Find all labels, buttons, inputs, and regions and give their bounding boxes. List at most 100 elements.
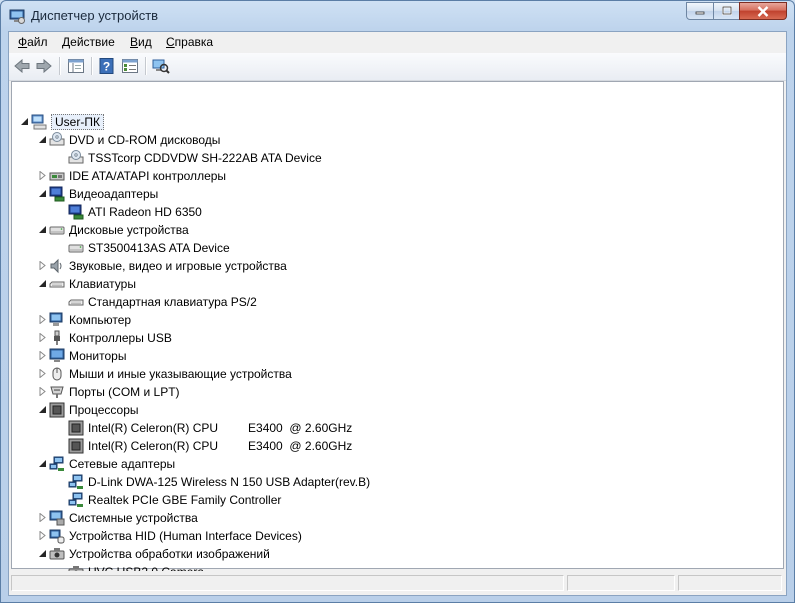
menu-action[interactable]: Действие [59, 35, 118, 49]
expand-arrow-icon[interactable] [38, 351, 47, 360]
device-category[interactable]: Процессоры [38, 401, 139, 419]
expand-arrow-icon[interactable] [38, 171, 47, 180]
scan-hardware-changes-button[interactable] [151, 56, 171, 76]
hid-icon [49, 528, 65, 544]
properties-icon [122, 59, 138, 73]
collapse-arrow-icon[interactable] [38, 189, 47, 198]
close-button[interactable] [739, 2, 787, 20]
collapse-arrow-icon[interactable] [38, 279, 47, 288]
expand-arrow-icon[interactable] [38, 315, 47, 324]
device-tree[interactable]: User-ПК DVD и CD-ROM дисководы TSSTcorp CD… [11, 81, 784, 579]
device-category[interactable]: Мониторы [38, 347, 126, 365]
status-cell-2 [567, 575, 675, 591]
network-adapter-icon [49, 456, 65, 472]
maximize-button[interactable] [713, 2, 740, 20]
device-item[interactable]: TSSTcorp CDDVDW SH-222AB ATA Device [68, 149, 322, 167]
device-category[interactable]: Системные устройства [38, 509, 198, 527]
display-adapter-icon [49, 186, 65, 202]
device-item[interactable]: Стандартная клавиатура PS/2 [68, 293, 257, 311]
expand-arrow-icon[interactable] [38, 369, 47, 378]
device-category-label: Компьютер [69, 313, 132, 327]
collapse-arrow-icon[interactable] [38, 405, 47, 414]
menu-bar: Файл Действие Вид Справка [9, 32, 786, 53]
device-category-label: Контроллеры USB [69, 331, 172, 345]
toolbar: ? [9, 53, 786, 81]
expand-arrow-icon[interactable] [20, 117, 29, 126]
device-category[interactable]: Клавиатуры [38, 275, 136, 293]
device-category-label: Дисковые устройства [69, 223, 189, 237]
help-button[interactable]: ? [97, 56, 117, 76]
device-category-label: Мониторы [69, 349, 127, 363]
minimize-button[interactable] [686, 2, 714, 20]
status-cell-main [11, 575, 564, 591]
toolbar-separator [59, 57, 61, 75]
title-bar[interactable]: Диспетчер устройств [1, 1, 794, 31]
device-category[interactable]: IDE ATA/ATAPI контроллеры [38, 167, 226, 185]
device-category-label: Устройства HID (Human Interface Devices) [69, 529, 302, 543]
close-icon [757, 5, 769, 17]
system-device-icon [49, 510, 65, 526]
menu-file[interactable]: Файл [15, 35, 51, 49]
device-category[interactable]: Мыши и иные указывающие устройства [38, 365, 292, 383]
device-item[interactable]: D-Link DWA-125 Wireless N 150 USB Adapte… [68, 473, 370, 491]
disk-drive-icon [49, 222, 65, 238]
device-category-label: Порты (COM и LPT) [69, 385, 180, 399]
dvd-drive-icon [49, 132, 65, 148]
minimize-icon [695, 11, 705, 15]
device-item[interactable]: Intel(R) Celeron(R) CPU E3400 @ 2.60GHz [68, 419, 352, 437]
device-category-label: DVD и CD-ROM дисководы [69, 133, 221, 147]
back-button[interactable] [12, 56, 32, 76]
device-item[interactable]: Intel(R) Celeron(R) CPU E3400 @ 2.60GHz [68, 437, 352, 455]
device-item[interactable]: Realtek PCIe GBE Family Controller [68, 491, 281, 509]
device-item[interactable]: ST3500413AS ATA Device [68, 239, 230, 257]
device-category[interactable]: Контроллеры USB [38, 329, 172, 347]
toolbar-separator [145, 57, 147, 75]
expand-arrow-icon[interactable] [38, 531, 47, 540]
expand-arrow-icon[interactable] [38, 333, 47, 342]
device-category[interactable]: Видеоадаптеры [38, 185, 158, 203]
device-category[interactable]: Звуковые, видео и игровые устройства [38, 257, 287, 275]
network-adapter-icon [68, 474, 84, 490]
ide-controller-icon [49, 168, 65, 184]
device-manager-app-icon [9, 8, 25, 24]
console-tree-icon [68, 59, 84, 73]
computer-icon [49, 312, 65, 328]
network-adapter-icon [68, 492, 84, 508]
tree-root[interactable]: User-ПК [20, 113, 104, 131]
menu-view[interactable]: Вид [127, 35, 155, 49]
expand-arrow-icon[interactable] [38, 261, 47, 270]
device-category[interactable]: DVD и CD-ROM дисководы [38, 131, 220, 149]
device-item-label: Intel(R) Celeron(R) CPU E3400 @ 2.60GHz [88, 421, 353, 435]
keyboard-icon [68, 294, 84, 310]
device-category[interactable]: Дисковые устройства [38, 221, 189, 239]
usb-icon [49, 330, 65, 346]
status-cell-3 [678, 575, 782, 591]
show-hide-console-tree-button[interactable] [66, 56, 86, 76]
collapse-arrow-icon[interactable] [38, 225, 47, 234]
device-category[interactable]: Компьютер [38, 311, 131, 329]
device-category[interactable]: Устройства обработки изображений [38, 545, 270, 563]
dvd-drive-icon [68, 150, 84, 166]
collapse-arrow-icon[interactable] [38, 135, 47, 144]
device-item-label: TSSTcorp CDDVDW SH-222AB ATA Device [88, 151, 322, 165]
svg-text:?: ? [103, 60, 110, 74]
device-category[interactable]: Сетевые адаптеры [38, 455, 175, 473]
menu-help[interactable]: Справка [163, 35, 216, 49]
device-category[interactable]: Порты (COM и LPT) [38, 383, 180, 401]
client-area: Файл Действие Вид Справка ? User-ПК DVD … [8, 31, 787, 596]
device-category-label: Системные устройства [69, 511, 198, 525]
device-item-label: D-Link DWA-125 Wireless N 150 USB Adapte… [88, 475, 371, 489]
device-category-label: Мыши и иные указывающие устройства [69, 367, 292, 381]
properties-button[interactable] [120, 56, 140, 76]
expand-arrow-icon[interactable] [38, 387, 47, 396]
device-category[interactable]: Устройства HID (Human Interface Devices) [38, 527, 302, 545]
expand-arrow-icon[interactable] [38, 513, 47, 522]
collapse-arrow-icon[interactable] [38, 459, 47, 468]
port-icon [49, 384, 65, 400]
status-bar [9, 571, 786, 595]
device-item[interactable]: ATI Radeon HD 6350 [68, 203, 202, 221]
processor-icon [68, 420, 84, 436]
collapse-arrow-icon[interactable] [38, 549, 47, 558]
device-category-label: Звуковые, видео и игровые устройства [69, 259, 287, 273]
forward-button[interactable] [34, 56, 54, 76]
